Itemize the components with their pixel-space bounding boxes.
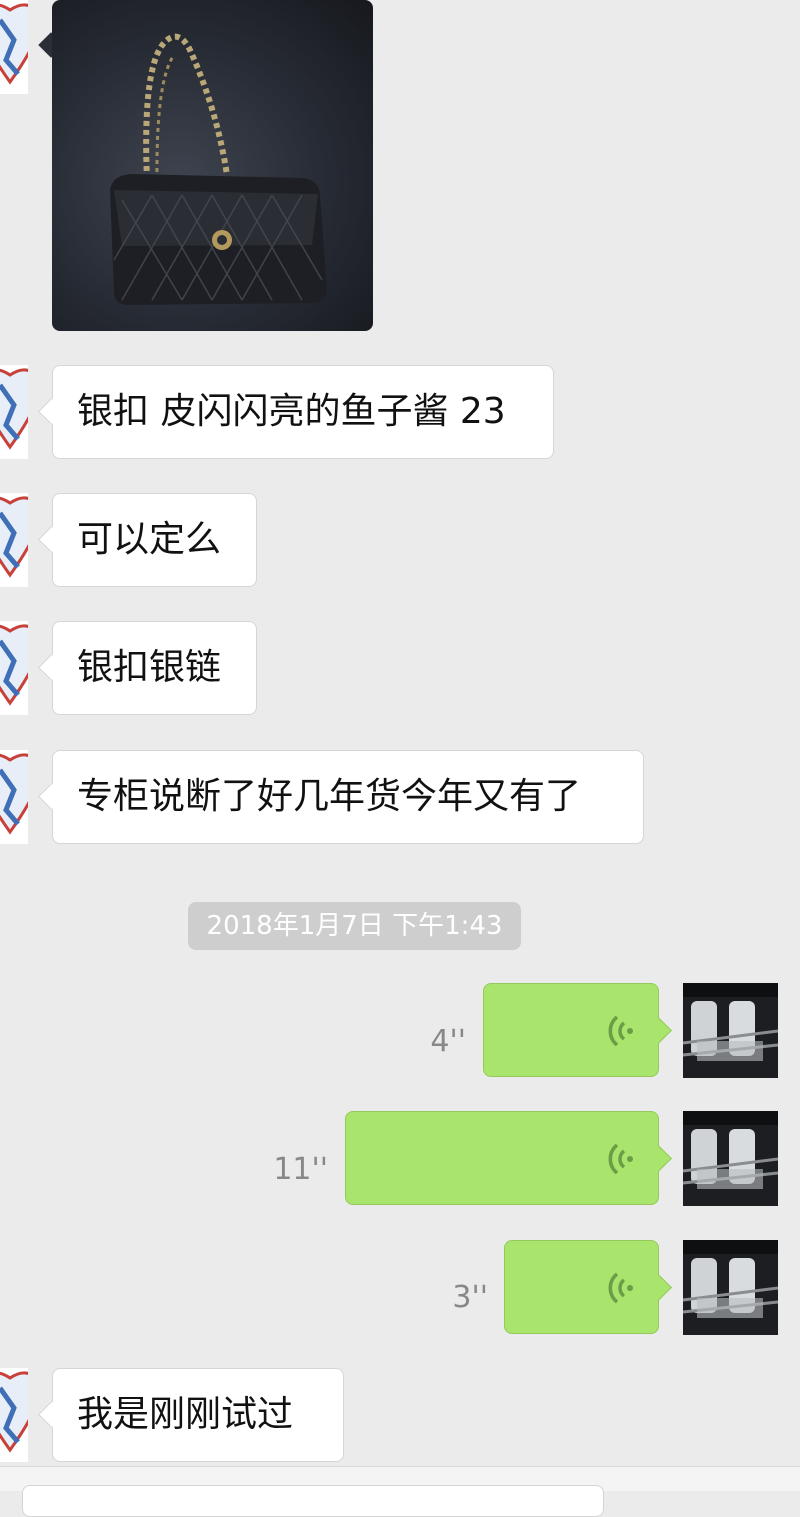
contact-avatar[interactable]: [0, 0, 28, 94]
user-avatar[interactable]: [683, 1111, 778, 1206]
user-avatar[interactable]: [683, 1240, 778, 1335]
voice-duration: 11'': [273, 1152, 328, 1187]
message-bubble[interactable]: 专柜说断了好几年货今年又有了: [52, 750, 644, 844]
voice-message[interactable]: [345, 1111, 659, 1205]
contact-avatar[interactable]: [0, 493, 28, 587]
message-text: 我是刚刚试过: [77, 1394, 294, 1435]
voice-duration: 4'': [430, 1024, 466, 1059]
message-bubble[interactable]: 可以定么: [52, 493, 257, 587]
voice-wave-icon: [608, 1015, 633, 1047]
photo-message[interactable]: [52, 0, 373, 331]
voice-wave-icon: [608, 1143, 633, 1175]
contact-avatar[interactable]: [0, 1368, 28, 1462]
handbag-image: [110, 33, 327, 305]
message-bubble[interactable]: 我是刚刚试过: [52, 1368, 344, 1462]
message-text: 银扣 皮闪闪亮的鱼子酱 23: [77, 391, 506, 432]
input-bar: [0, 1466, 800, 1517]
contact-avatar[interactable]: [0, 750, 28, 844]
voice-duration: 3'': [452, 1280, 488, 1315]
chat-area[interactable]: 银扣 皮闪闪亮的鱼子酱 23 可以定么 银扣银链 专柜说断了好几年货今年又有了 …: [0, 0, 800, 1517]
contact-avatar[interactable]: [0, 365, 28, 459]
timestamp-badge: 2018年1月7日 下午1:43: [188, 902, 521, 950]
message-bubble[interactable]: 银扣 皮闪闪亮的鱼子酱 23: [52, 365, 554, 459]
contact-avatar[interactable]: [0, 621, 28, 715]
message-text: 银扣银链: [77, 647, 222, 688]
user-avatar[interactable]: [683, 983, 778, 1078]
message-text: 专柜说断了好几年货今年又有了: [77, 776, 582, 817]
voice-message[interactable]: [483, 983, 659, 1077]
message-text: 可以定么: [77, 519, 222, 560]
voice-message[interactable]: [504, 1240, 659, 1334]
voice-wave-icon: [608, 1272, 633, 1304]
message-bubble[interactable]: 银扣银链: [52, 621, 257, 715]
